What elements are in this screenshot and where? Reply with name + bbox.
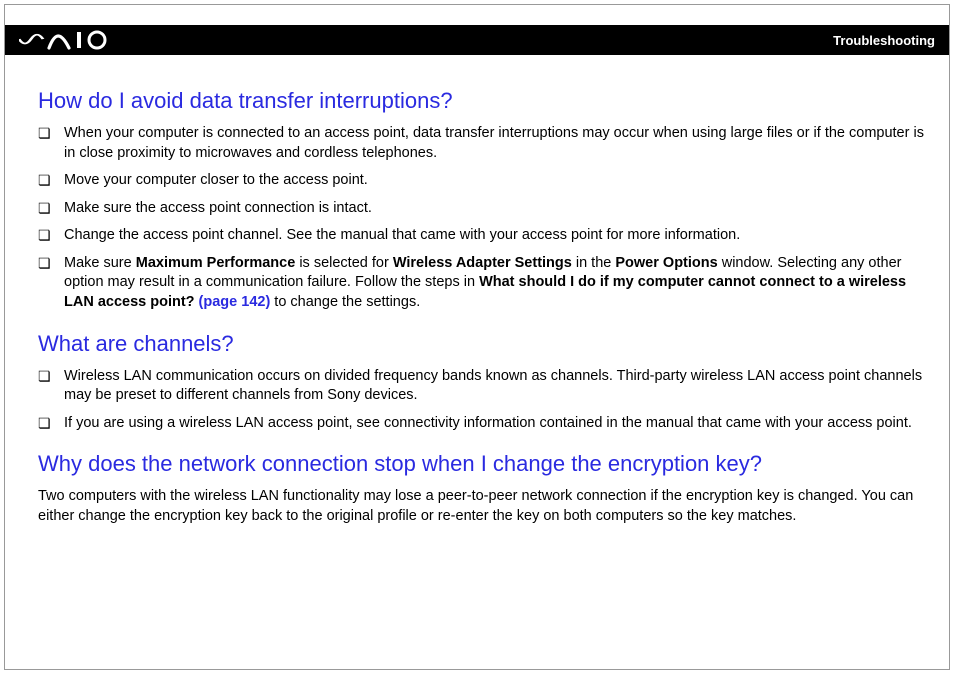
heading-channels: What are channels? [38, 331, 924, 357]
list-item: Make sure the access point connection is… [38, 199, 924, 219]
list-avoid-interruptions: When your computer is connected to an ac… [38, 124, 924, 313]
page-ref-link[interactable]: (page 142) [195, 294, 271, 310]
list-item: If you are using a wireless LAN access p… [38, 414, 924, 434]
section-label: Troubleshooting [833, 33, 935, 48]
text: is selected for [295, 255, 393, 271]
list-item: When your computer is connected to an ac… [38, 124, 924, 163]
vaio-logo [19, 30, 111, 50]
text: in the [572, 255, 616, 271]
heading-avoid-interruptions: How do I avoid data transfer interruptio… [38, 88, 924, 114]
heading-encryption-key: Why does the network connection stop whe… [38, 451, 924, 477]
list-item: Make sure Maximum Performance is selecte… [38, 254, 924, 313]
bold-text: Power Options [615, 255, 717, 271]
page-content: How do I avoid data transfer interruptio… [38, 70, 924, 534]
list-item: Change the access point channel. See the… [38, 226, 924, 246]
list-item: Wireless LAN communication occurs on div… [38, 367, 924, 406]
text: to change the settings. [270, 294, 420, 310]
bold-text: Wireless Adapter Settings [393, 255, 572, 271]
bold-text: Maximum Performance [136, 255, 296, 271]
header-bar: Troubleshooting [5, 25, 949, 55]
list-channels: Wireless LAN communication occurs on div… [38, 367, 924, 434]
body-text: Two computers with the wireless LAN func… [38, 487, 924, 526]
text: Make sure [64, 255, 136, 271]
list-item: Move your computer closer to the access … [38, 171, 924, 191]
